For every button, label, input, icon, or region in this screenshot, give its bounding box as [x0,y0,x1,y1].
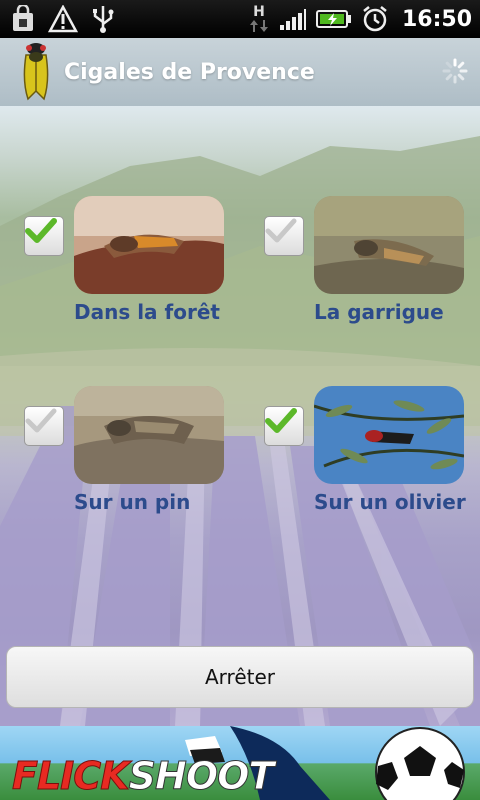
cicada-on-bark-photo[interactable] [74,196,224,294]
network-type-label: H [253,4,265,20]
spinner-icon [442,58,468,84]
data-arrows-icon: H [248,4,270,34]
title-bar: Cigales de Provence [0,38,480,106]
stop-button[interactable]: Arrêter [6,646,474,708]
background-landscape: Dans la forêt La garrigue Sur un pin Sur… [0,106,480,726]
usb-icon [88,4,118,34]
shopping-bag-icon [8,4,38,34]
choice-sur-un-pin[interactable]: Sur un pin [24,386,244,526]
checkbox-checked[interactable] [24,216,64,256]
choice-label: Dans la forêt [74,300,220,324]
battery-charging-icon [315,4,352,34]
choice-label: Sur un pin [74,490,191,514]
checkbox-unchecked[interactable] [264,216,304,256]
warning-icon [48,4,78,34]
choice-label: Sur un olivier [314,490,466,514]
app-title: Cigales de Provence [64,59,315,85]
cicada-on-pine-photo[interactable] [74,386,224,484]
status-time: 16:50 [401,6,472,32]
checkbox-unchecked[interactable] [24,406,64,446]
ad-brand-part2: SHOOT [128,754,275,799]
choice-label: La garrigue [314,300,444,324]
status-bar: H 16:50 [0,0,480,38]
signal-icon [278,4,308,34]
ad-brand-text[interactable]: FLICKSHOOT [12,754,275,799]
choice-sur-un-olivier[interactable]: Sur un olivier [264,386,480,526]
ad-banner[interactable]: FLICKSHOOT [0,726,480,800]
choice-la-garrigue[interactable]: La garrigue [264,196,480,336]
ad-brand-part1: FLICK [12,754,131,799]
alarm-icon [360,4,390,34]
cicada-icon [22,41,50,103]
choice-dans-la-foret[interactable]: Dans la forêt [24,196,244,336]
cicada-on-olive-branch-photo[interactable] [314,386,464,484]
cicada-on-stone-photo[interactable] [314,196,464,294]
checkbox-checked[interactable] [264,406,304,446]
